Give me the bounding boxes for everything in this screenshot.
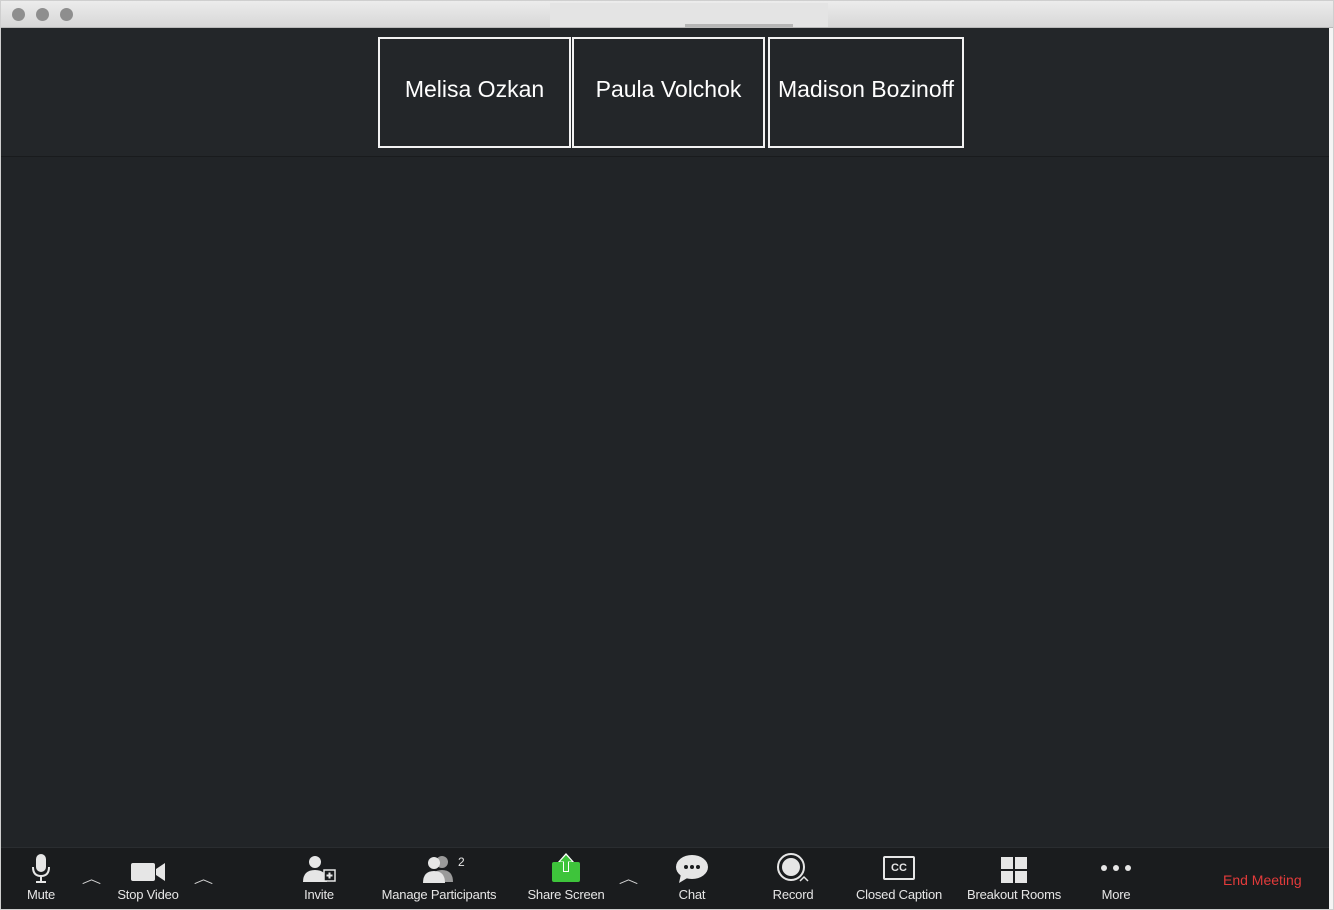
participant-name: Paula Volchok xyxy=(595,76,742,102)
share-options-chevron-icon[interactable]: ︿ xyxy=(619,868,639,887)
closed-caption-label: Closed Caption xyxy=(855,887,943,902)
video-options-chevron-icon[interactable]: ︿ xyxy=(194,868,214,887)
grid-icon xyxy=(1000,848,1028,884)
add-person-icon xyxy=(302,848,336,884)
invite-button[interactable]: Invite xyxy=(297,848,341,909)
microphone-icon xyxy=(30,848,52,884)
close-window-button[interactable] xyxy=(12,8,25,21)
main-video-area xyxy=(1,157,1333,847)
title-bar[interactable] xyxy=(1,1,1333,28)
title-tab xyxy=(550,3,828,27)
meeting-window: Melisa Ozkan Paula Volchok Madison Bozin… xyxy=(0,0,1334,910)
more-dots-icon xyxy=(1099,848,1133,884)
manage-participants-label: Manage Participants xyxy=(381,887,497,902)
end-meeting-button[interactable]: End Meeting xyxy=(1223,872,1302,888)
participant-name: Madison Bozinoff xyxy=(777,76,954,102)
participant-tile[interactable]: Melisa Ozkan xyxy=(378,37,571,148)
participant-tile[interactable]: Paula Volchok xyxy=(572,37,765,148)
closed-caption-button[interactable]: CC Closed Caption xyxy=(847,848,951,909)
participant-count-badge: 2 xyxy=(458,855,465,869)
participant-name: Melisa Ozkan xyxy=(404,76,545,102)
window-edge xyxy=(1329,28,1333,909)
participant-strip: Melisa Ozkan Paula Volchok Madison Bozin… xyxy=(1,28,1333,157)
share-screen-label: Share Screen xyxy=(527,887,605,902)
minimize-window-button[interactable] xyxy=(36,8,49,21)
record-icon xyxy=(776,848,810,884)
more-button[interactable]: More xyxy=(1095,848,1137,909)
manage-participants-button[interactable]: Manage Participants xyxy=(371,848,507,909)
more-label: More xyxy=(1101,887,1131,902)
stop-video-label: Stop Video xyxy=(117,887,179,902)
stop-video-button[interactable]: Stop Video xyxy=(109,848,187,909)
breakout-rooms-label: Breakout Rooms xyxy=(966,887,1062,902)
participants-icon xyxy=(421,848,457,884)
mute-button[interactable]: Mute xyxy=(19,848,63,909)
audio-options-chevron-icon[interactable]: ︿ xyxy=(82,868,102,887)
video-camera-icon xyxy=(130,848,166,884)
meeting-toolbar: Mute ︿ Stop Video ︿ Invite Manage Partic… xyxy=(1,847,1333,909)
share-screen-icon xyxy=(550,848,582,884)
participant-tile[interactable]: Madison Bozinoff xyxy=(768,37,964,148)
invite-label: Invite xyxy=(304,887,334,902)
chat-label: Chat xyxy=(678,887,706,902)
share-screen-button[interactable]: Share Screen xyxy=(521,848,611,909)
zoom-window-button[interactable] xyxy=(60,8,73,21)
record-label: Record xyxy=(772,887,814,902)
chat-bubble-icon xyxy=(675,848,709,884)
mute-label: Mute xyxy=(26,887,56,902)
record-button[interactable]: Record xyxy=(765,848,821,909)
chat-button[interactable]: Chat xyxy=(669,848,715,909)
breakout-rooms-button[interactable]: Breakout Rooms xyxy=(957,848,1071,909)
cc-icon: CC xyxy=(883,848,915,884)
